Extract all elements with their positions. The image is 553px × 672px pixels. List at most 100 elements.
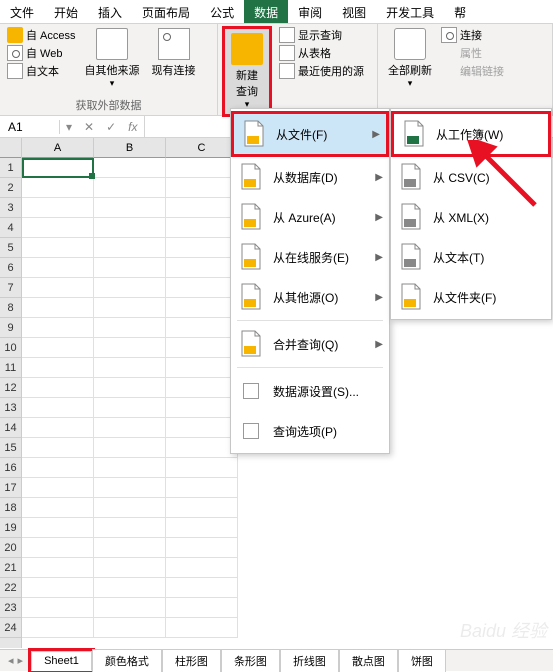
row-header[interactable]: 13 <box>0 398 21 418</box>
connections-item[interactable]: 连接 <box>438 26 507 44</box>
row-header[interactable]: 12 <box>0 378 21 398</box>
menu-home[interactable]: 开始 <box>44 0 88 23</box>
cell[interactable] <box>166 518 238 538</box>
cell[interactable] <box>166 398 238 418</box>
cell[interactable] <box>22 278 94 298</box>
cell[interactable] <box>22 318 94 338</box>
cell[interactable] <box>94 178 166 198</box>
from-access[interactable]: 自 Access <box>4 26 79 44</box>
cell[interactable] <box>166 498 238 518</box>
from-other-sources[interactable]: 自其他来源▾ <box>79 26 146 91</box>
cell[interactable] <box>94 338 166 358</box>
cell[interactable] <box>22 618 94 638</box>
row-header[interactable]: 5 <box>0 238 21 258</box>
existing-connections[interactable]: 现有连接 <box>146 26 202 80</box>
fx-icon[interactable]: fx <box>122 120 143 134</box>
menu-data[interactable]: 数据 <box>244 0 288 23</box>
menu-item[interactable]: 从文件(F)▶ <box>231 111 389 157</box>
cell[interactable] <box>166 158 238 178</box>
submenu-item[interactable]: 从 CSV(C) <box>391 157 551 197</box>
cell[interactable] <box>166 458 238 478</box>
cell[interactable] <box>94 418 166 438</box>
cell[interactable] <box>166 378 238 398</box>
row-header[interactable]: 19 <box>0 518 21 538</box>
cell[interactable] <box>22 198 94 218</box>
name-box[interactable]: A1 <box>0 120 60 134</box>
submenu-item[interactable]: 从文本(T) <box>391 237 551 277</box>
refresh-all[interactable]: 全部刷新▾ <box>382 26 438 91</box>
cell[interactable] <box>22 458 94 478</box>
cell[interactable] <box>94 278 166 298</box>
cell[interactable] <box>166 218 238 238</box>
edit-links-item[interactable]: 编辑链接 <box>438 62 507 80</box>
sheet-tab[interactable]: 柱形图 <box>162 649 221 672</box>
row-header[interactable]: 1 <box>0 158 21 178</box>
sheet-tab[interactable]: 条形图 <box>221 649 280 672</box>
sheet-tab[interactable]: 颜色格式 <box>92 649 162 672</box>
menu-dev[interactable]: 开发工具 <box>376 0 444 23</box>
cell[interactable] <box>166 578 238 598</box>
cell[interactable] <box>166 438 238 458</box>
row-header[interactable]: 15 <box>0 438 21 458</box>
cell[interactable] <box>22 498 94 518</box>
cell[interactable] <box>94 158 166 178</box>
cell[interactable] <box>94 378 166 398</box>
cell[interactable] <box>94 618 166 638</box>
sheet-tab[interactable]: 折线图 <box>280 649 339 672</box>
row-header[interactable]: 23 <box>0 598 21 618</box>
cell[interactable] <box>94 598 166 618</box>
cell[interactable] <box>166 358 238 378</box>
cell[interactable] <box>22 218 94 238</box>
row-header[interactable]: 3 <box>0 198 21 218</box>
cell[interactable] <box>166 338 238 358</box>
menu-view[interactable]: 视图 <box>332 0 376 23</box>
menu-item[interactable]: 合并查询(Q)▶ <box>231 324 389 364</box>
row-header[interactable]: 24 <box>0 618 21 638</box>
cell[interactable] <box>94 218 166 238</box>
show-queries[interactable]: 显示查询 <box>276 26 367 44</box>
cell[interactable] <box>22 378 94 398</box>
row-header[interactable]: 6 <box>0 258 21 278</box>
cell[interactable] <box>22 578 94 598</box>
cell[interactable] <box>22 538 94 558</box>
cell[interactable] <box>22 178 94 198</box>
sheet-tab-active[interactable]: Sheet1 <box>31 651 92 671</box>
cell[interactable] <box>166 558 238 578</box>
sheet-tab[interactable]: 饼图 <box>398 649 446 672</box>
cell[interactable] <box>166 598 238 618</box>
cell[interactable] <box>22 358 94 378</box>
cell[interactable] <box>94 478 166 498</box>
cell[interactable] <box>166 538 238 558</box>
menu-item[interactable]: 查询选项(P) <box>231 411 389 451</box>
cell[interactable] <box>166 478 238 498</box>
row-header[interactable]: 7 <box>0 278 21 298</box>
cell[interactable] <box>166 258 238 278</box>
cell[interactable] <box>22 238 94 258</box>
row-header[interactable]: 21 <box>0 558 21 578</box>
cell[interactable] <box>166 198 238 218</box>
col-header[interactable]: A <box>22 138 94 158</box>
row-header[interactable]: 9 <box>0 318 21 338</box>
cancel-icon[interactable]: ✕ <box>78 120 100 134</box>
cell[interactable] <box>22 438 94 458</box>
cell[interactable] <box>22 478 94 498</box>
cell[interactable] <box>94 518 166 538</box>
select-all-corner[interactable] <box>0 138 21 158</box>
menu-file[interactable]: 文件 <box>0 0 44 23</box>
row-header[interactable]: 11 <box>0 358 21 378</box>
cell[interactable] <box>166 238 238 258</box>
submenu-item[interactable]: 从 XML(X) <box>391 197 551 237</box>
row-header[interactable]: 18 <box>0 498 21 518</box>
sheet-nav[interactable]: ◂▸ <box>0 654 31 667</box>
row-header[interactable]: 16 <box>0 458 21 478</box>
menu-item[interactable]: 从数据库(D)▶ <box>231 157 389 197</box>
menu-formula[interactable]: 公式 <box>200 0 244 23</box>
cell[interactable] <box>22 298 94 318</box>
cell[interactable] <box>166 418 238 438</box>
row-header[interactable]: 10 <box>0 338 21 358</box>
cell[interactable] <box>94 258 166 278</box>
cell[interactable] <box>94 358 166 378</box>
menu-item[interactable]: 数据源设置(S)... <box>231 371 389 411</box>
cell[interactable] <box>22 398 94 418</box>
menu-item[interactable]: 从 Azure(A)▶ <box>231 197 389 237</box>
